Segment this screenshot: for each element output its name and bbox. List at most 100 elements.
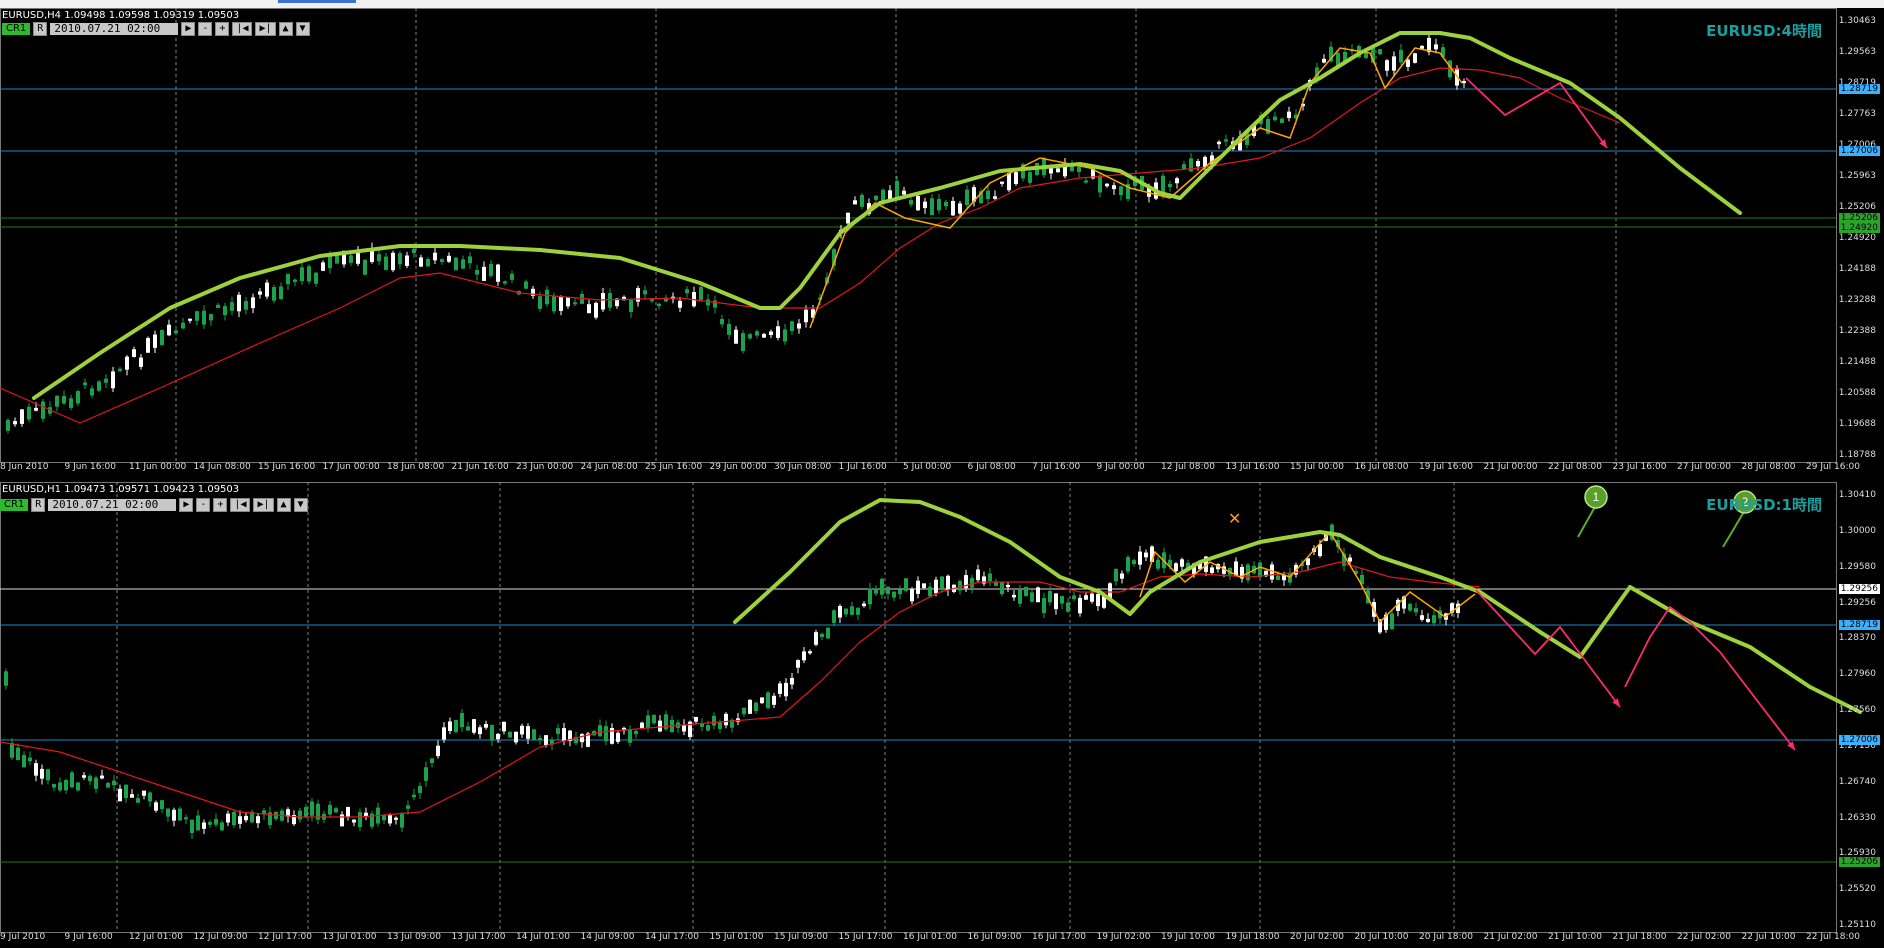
price-tick: 1.18788 <box>1838 450 1876 460</box>
down-button[interactable]: ▼ <box>295 22 310 36</box>
candle-body <box>1432 615 1436 624</box>
up-button[interactable]: ▲ <box>276 498 291 512</box>
candle-body <box>154 802 158 811</box>
price-scale-h4[interactable]: 1.30463 1.29563 1.28719 1.27763 1.27006 1.259… <box>1836 8 1884 462</box>
candle-body <box>482 266 486 281</box>
candle-body <box>412 794 416 798</box>
candle-body <box>1462 80 1466 84</box>
candle-body <box>55 395 59 407</box>
up-button[interactable]: ▲ <box>278 22 293 36</box>
plus-button[interactable]: + <box>213 498 228 512</box>
chart-h4[interactable]: EURUSD,H4 1.09498 1.09598 1.09319 1.0950… <box>0 8 1884 478</box>
candle-body <box>986 190 990 200</box>
date-field[interactable]: 2010.07.21 02:00 <box>48 499 177 511</box>
time-tick: 13 Jul 01:00 <box>322 932 377 942</box>
time-tick: 15 Jul 17:00 <box>838 932 893 942</box>
candle-body <box>1273 116 1277 121</box>
candle-body <box>573 302 577 305</box>
candle-body <box>1119 186 1123 196</box>
candle-body <box>166 808 170 817</box>
candle-body <box>910 589 914 602</box>
down-button[interactable]: ▼ <box>293 498 308 512</box>
candle-body <box>20 409 24 424</box>
candle-body <box>83 382 87 386</box>
chart-h4-canvas[interactable] <box>0 8 1884 478</box>
candle-body <box>352 819 356 823</box>
first-button[interactable]: |◀ <box>232 22 253 36</box>
time-tick: 19 Jul 02:00 <box>1096 932 1151 942</box>
candle-body <box>628 729 632 743</box>
candle-body <box>856 607 860 615</box>
first-button[interactable]: |◀ <box>230 498 251 512</box>
r-button[interactable]: R <box>33 22 48 36</box>
play-button[interactable]: ▶ <box>179 498 194 512</box>
price-tick: 1.29563 <box>1838 47 1876 57</box>
candle-body <box>699 287 703 300</box>
chart-h1[interactable]: 1 2 ✕ EURUSD,H1 1.09473 1.09571 1.09423 1.… <box>0 482 1884 948</box>
candle-body <box>1196 161 1200 167</box>
candle-body <box>468 256 472 264</box>
candle-body <box>148 792 152 802</box>
time-axis-h1[interactable]: 9 Jul 2010 9 Jul 16:00 12 Jul 01:00 12 Jul … <box>0 932 1860 948</box>
chart-h1-toolbar: CR1 R 2010.07.21 02:00 ▶ - + |◀ ▶| ▲ ▼ <box>0 498 308 512</box>
candle-body <box>16 747 20 761</box>
price-tick: 1.30410 <box>1838 490 1876 500</box>
time-tick: 22 Jul 18:00 <box>1806 932 1860 942</box>
candle-body <box>678 300 682 308</box>
chart-h4-title: EURUSD:4時間 <box>1706 22 1822 40</box>
zigzag-line <box>1139 530 1476 624</box>
time-tick: 23 Jul 16:00 <box>1612 462 1667 472</box>
candle-body <box>64 780 68 791</box>
candle-body <box>604 726 608 742</box>
candle-body <box>797 323 801 329</box>
candle-body <box>556 728 560 734</box>
candle-body <box>1180 559 1184 567</box>
minus-button[interactable]: - <box>196 498 211 512</box>
candle-body <box>1012 594 1016 598</box>
time-tick: 6 Jul 08:00 <box>967 462 1016 472</box>
candle-body <box>286 273 290 285</box>
candle-body <box>440 259 444 262</box>
candle-body <box>398 253 402 265</box>
active-tab-indicator[interactable] <box>278 0 356 3</box>
candle-body <box>970 578 974 588</box>
candle-body <box>510 273 514 280</box>
time-tick: 21 Jul 18:00 <box>1612 932 1667 942</box>
candle-body <box>321 262 325 271</box>
last-button[interactable]: ▶| <box>253 498 274 512</box>
candle-body <box>1048 591 1052 603</box>
cr1-button[interactable]: CR1 <box>2 23 31 35</box>
last-button[interactable]: ▶| <box>255 22 276 36</box>
time-tick: 16 Jul 08:00 <box>1354 462 1409 472</box>
time-tick: 16 Jul 09:00 <box>967 932 1022 942</box>
r-button[interactable]: R <box>31 498 46 512</box>
time-axis-h4[interactable]: 8 Jun 2010 9 Jun 16:00 11 Jun 00:00 14 Jun … <box>0 462 1860 478</box>
play-button[interactable]: ▶ <box>181 22 196 36</box>
minus-button[interactable]: - <box>198 22 213 36</box>
price-scale-h1[interactable]: 1.30410 1.30000 1.29580 1.29256 1.28370 1.279… <box>1836 482 1884 932</box>
candle-body <box>496 733 500 740</box>
candle-body <box>634 730 638 735</box>
candle-body <box>755 331 759 336</box>
time-tick: 16 Jul 17:00 <box>1032 932 1086 942</box>
time-tick: 20 Jul 18:00 <box>1419 932 1473 942</box>
candle-body <box>136 798 140 803</box>
candle-body <box>314 272 318 284</box>
cr1-button[interactable]: CR1 <box>0 499 29 511</box>
candle-body <box>783 329 787 342</box>
candle-body <box>256 816 260 824</box>
candle-body <box>587 304 591 314</box>
candle-body <box>153 334 157 348</box>
date-field[interactable]: 2010.07.21 02:00 <box>50 23 179 35</box>
chart-h1-canvas[interactable]: 1 2✕ <box>0 482 1884 948</box>
time-tick: 12 Jul 08:00 <box>1161 462 1215 472</box>
time-tick: 20 Jul 02:00 <box>1290 932 1344 942</box>
chart-h1-title: EURUSD:1時間 <box>1706 496 1822 514</box>
plus-button[interactable]: + <box>215 22 230 36</box>
candle-body <box>4 671 8 686</box>
candle-body <box>76 782 80 791</box>
candle-body <box>766 692 770 708</box>
candle-body <box>946 575 950 590</box>
candle-body <box>82 775 86 778</box>
candle-body <box>1168 183 1172 188</box>
